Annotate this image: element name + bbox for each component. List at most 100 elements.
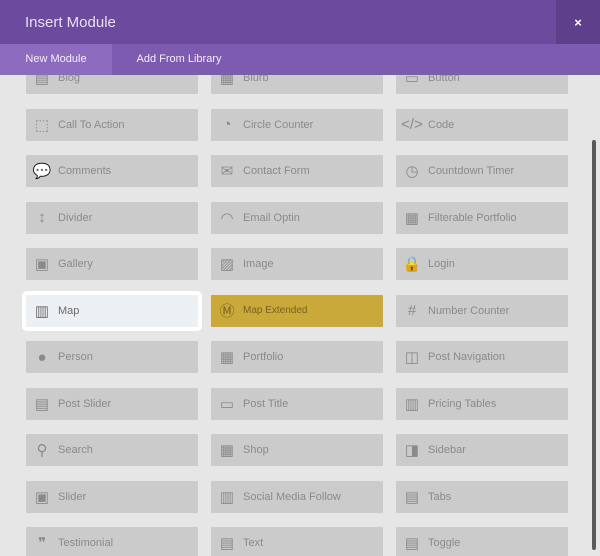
- module-post-title[interactable]: ▭ Post Title: [211, 387, 383, 420]
- circle-counter-icon: ◔: [222, 116, 232, 133]
- module-label: Shop: [243, 444, 269, 456]
- module-label: Social Media Follow: [243, 490, 341, 503]
- module-label: Testimonial: [58, 537, 114, 549]
- module-contact-form[interactable]: ✉ Contact Form: [211, 155, 383, 187]
- module-label: Tabs: [428, 490, 452, 503]
- module-label: Divider: [58, 211, 93, 224]
- module-label: Countdown Timer: [428, 165, 515, 177]
- module-label: Person: [58, 351, 93, 363]
- gallery-icon: ▣: [34, 256, 50, 273]
- module-post-navigation[interactable]: ◫ Post Navigation: [396, 341, 568, 373]
- module-map[interactable]: ▥ Map: [22, 290, 202, 331]
- module-search[interactable]: ⚲ Search: [26, 434, 198, 466]
- module-email-optin[interactable]: ◠ Email Optin: [211, 201, 383, 234]
- module-label: Post Navigation: [428, 351, 506, 363]
- module-blog[interactable]: ▤ Blog: [26, 75, 198, 94]
- module-map-extended[interactable]: Ⓜ Map Extended: [211, 294, 383, 327]
- post-navigation-icon: ◫: [404, 349, 420, 366]
- module-portfolio[interactable]: ▦ Portfolio: [211, 341, 383, 373]
- module-label: Gallery: [58, 258, 93, 270]
- code-icon: </>: [401, 116, 423, 133]
- modal-title: Insert Module: [25, 14, 116, 31]
- tab-new-module[interactable]: New Module: [0, 44, 112, 75]
- module-call-to-action[interactable]: ⬚ Call To Action: [26, 108, 198, 141]
- modal-title-bar: Insert Module ×: [0, 0, 600, 44]
- rss-icon: ◠: [220, 209, 234, 227]
- module-divider[interactable]: ↕ Divider: [26, 201, 198, 234]
- blog-icon: ▤: [34, 75, 50, 87]
- module-slider[interactable]: ▣ Slider: [26, 480, 198, 513]
- tab-add-from-library[interactable]: Add From Library: [112, 44, 246, 75]
- module-label: Comments: [58, 165, 112, 177]
- module-button[interactable]: ▭ Button: [396, 75, 568, 94]
- module-label: Email Optin: [243, 211, 300, 224]
- pricing-tables-icon: ▥: [404, 395, 420, 413]
- module-label: Toggle: [428, 537, 461, 549]
- close-button[interactable]: ×: [556, 0, 600, 44]
- timer-icon: ◷: [405, 163, 419, 180]
- call-to-action-icon: ⬚: [34, 116, 50, 134]
- person-icon: ●: [37, 348, 47, 366]
- module-label: Login: [428, 258, 455, 270]
- module-post-slider[interactable]: ▤ Post Slider: [26, 387, 198, 420]
- module-label: Blurb: [243, 75, 269, 84]
- module-number-counter[interactable]: # Number Counter: [396, 294, 568, 327]
- module-label: Map Extended: [243, 305, 308, 316]
- social-media-icon: ▥: [219, 488, 235, 506]
- text-icon: ▤: [219, 535, 235, 552]
- module-label: Slider: [58, 490, 87, 503]
- shop-icon: ▦: [219, 442, 235, 459]
- lock-icon: 🔒: [402, 256, 422, 273]
- module-filterable-portfolio[interactable]: ▦ Filterable Portfolio: [396, 201, 568, 234]
- module-gallery[interactable]: ▣ Gallery: [26, 248, 198, 280]
- slider-icon: ▣: [34, 488, 50, 506]
- module-text[interactable]: ▤ Text: [211, 527, 383, 556]
- module-list[interactable]: ▤ Blog ▦ Blurb ▭ Button ⬚ Call To Action ◔ Circle…: [0, 75, 600, 556]
- module-testimonial[interactable]: ❞ Testimonial: [26, 527, 198, 556]
- map-extended-icon: Ⓜ: [219, 303, 235, 320]
- sidebar-icon: ◨: [404, 442, 420, 459]
- module-countdown-timer[interactable]: ◷ Countdown Timer: [396, 155, 568, 187]
- module-toggle[interactable]: ▤ Toggle: [396, 527, 568, 556]
- module-label: Text: [243, 537, 264, 549]
- toggle-icon: ▤: [404, 535, 420, 552]
- module-label: Filterable Portfolio: [428, 211, 517, 224]
- module-label: Pricing Tables: [428, 397, 497, 410]
- insert-module-modal: Insert Module × New Module Add From Libr…: [0, 0, 600, 556]
- module-circle-counter[interactable]: ◔ Circle Counter: [211, 108, 383, 141]
- module-label: Post Title: [243, 397, 289, 410]
- module-label: Portfolio: [243, 351, 284, 363]
- module-label: Number Counter: [428, 304, 510, 317]
- close-icon: ×: [574, 14, 582, 30]
- tabs-icon: ▤: [404, 488, 420, 506]
- module-login[interactable]: 🔒 Login: [396, 248, 568, 280]
- module-label: Search: [58, 444, 93, 456]
- module-code[interactable]: </> Code: [396, 108, 568, 141]
- module-tabs[interactable]: ▤ Tabs: [396, 480, 568, 513]
- module-blurb[interactable]: ▦ Blurb: [211, 75, 383, 94]
- blurb-icon: ▦: [219, 75, 235, 87]
- module-social-media-follow[interactable]: ▥ Social Media Follow: [211, 480, 383, 513]
- module-label: Contact Form: [243, 165, 310, 177]
- search-icon: ⚲: [36, 442, 48, 459]
- module-label: Call To Action: [58, 118, 125, 131]
- module-shop[interactable]: ▦ Shop: [211, 434, 383, 466]
- module-image[interactable]: ▨ Image: [211, 248, 383, 280]
- module-label: Button: [428, 75, 460, 84]
- module-sidebar[interactable]: ◨ Sidebar: [396, 434, 568, 466]
- divider-icon: ↕: [38, 209, 46, 226]
- module-label: Blog: [58, 75, 81, 84]
- module-person[interactable]: ● Person: [26, 341, 198, 373]
- tab-bar: New Module Add From Library: [0, 44, 600, 75]
- module-comments[interactable]: 💬 Comments: [26, 155, 198, 187]
- module-label: Map: [58, 304, 80, 317]
- module-label: Sidebar: [428, 444, 466, 456]
- comments-icon: 💬: [32, 163, 52, 180]
- scrollbar[interactable]: [592, 140, 596, 550]
- image-icon: ▨: [219, 256, 235, 273]
- module-label: Image: [243, 258, 274, 270]
- grid-icon: ▦: [219, 349, 235, 366]
- module-label: Circle Counter: [243, 118, 314, 131]
- post-title-icon: ▭: [219, 395, 235, 413]
- module-pricing-tables[interactable]: ▥ Pricing Tables: [396, 387, 568, 420]
